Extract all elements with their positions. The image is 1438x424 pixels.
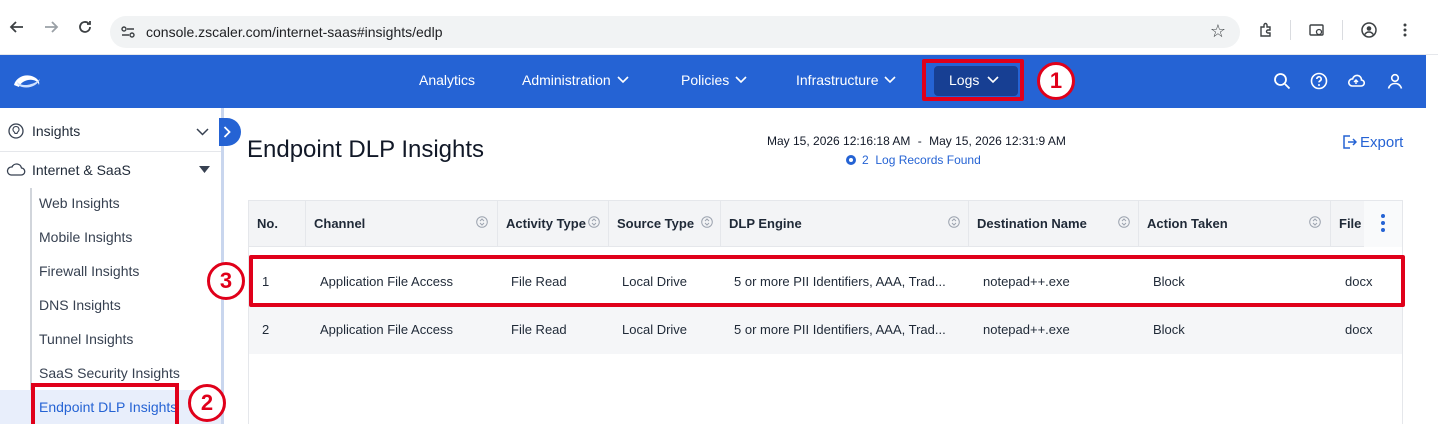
records-found: 2 Log Records Found: [846, 153, 981, 167]
sidebar-item-web-insights[interactable]: Web Insights: [39, 195, 120, 211]
column-options-button[interactable]: [1364, 201, 1402, 247]
sidebar-item-mobile-insights[interactable]: Mobile Insights: [39, 229, 132, 245]
sidebar-internet-saas-label: Internet & SaaS: [32, 162, 131, 178]
records-status-icon: [846, 155, 856, 165]
address-bar[interactable]: console.zscaler.com/internet-saas#insigh…: [110, 16, 1240, 48]
highlight-box-endpoint-dlp: [31, 383, 179, 424]
sidebar-insights[interactable]: Insights: [0, 113, 221, 152]
chevron-right-icon: [223, 126, 231, 138]
column-header-channel[interactable]: Channel: [306, 201, 498, 247]
range-end: May 15, 2026 12:31:9 AM: [929, 134, 1066, 148]
column-header-activity-type[interactable]: Activity Type: [498, 201, 609, 247]
forward-icon[interactable]: [42, 19, 60, 37]
table-row[interactable]: 2 Application File Access File Read Loca…: [249, 306, 1402, 354]
kebab-menu-icon: [1381, 214, 1385, 232]
sidebar-internet-saas[interactable]: Internet & SaaS: [0, 152, 221, 188]
sort-icon[interactable]: [1118, 216, 1130, 228]
sort-icon[interactable]: [948, 216, 960, 228]
export-icon: [1343, 135, 1358, 149]
sort-icon[interactable]: [701, 216, 713, 228]
cell-source-type: Local Drive: [622, 322, 688, 337]
cell-activity-type: File Read: [511, 322, 567, 337]
range-start: May 15, 2026 12:16:18 AM: [767, 134, 911, 148]
sidebar-insights-label: Insights: [32, 123, 81, 139]
user-icon[interactable]: [1386, 72, 1404, 90]
column-header-no: No.: [249, 201, 306, 247]
cell-dlp-engine: 5 or more PII Identifiers, AAA, Trad...: [734, 322, 946, 337]
sidebar-collapse-button[interactable]: [219, 118, 241, 146]
table-header: No. Channel Activity Type Source Type DL…: [249, 201, 1402, 247]
sidebar-item-dns-insights[interactable]: DNS Insights: [39, 297, 121, 313]
chevron-down-icon: [735, 76, 747, 84]
chevron-down-icon: [617, 76, 629, 84]
help-icon[interactable]: [1310, 72, 1328, 90]
bookmark-star-icon[interactable]: ☆: [1210, 21, 1226, 42]
browser-menu-icon[interactable]: [1397, 22, 1413, 38]
logs-table: No. Channel Activity Type Source Type DL…: [248, 200, 1403, 424]
browser-toolbar: console.zscaler.com/internet-saas#insigh…: [0, 0, 1438, 55]
top-navigation: Analytics Administration Policies Infras…: [0, 55, 1426, 108]
site-settings-icon[interactable]: [120, 24, 136, 40]
zscaler-logo[interactable]: [10, 68, 44, 94]
highlight-box-logs: [922, 59, 1024, 101]
highlight-box-row-1: [249, 255, 1405, 307]
chevron-down-icon: [884, 76, 897, 84]
sidebar-item-firewall-insights[interactable]: Firewall Insights: [39, 263, 139, 279]
tab-search-icon[interactable]: [1309, 22, 1325, 38]
column-header-action-taken[interactable]: Action Taken: [1139, 201, 1331, 247]
nav-infrastructure[interactable]: Infrastructure: [796, 72, 897, 88]
cell-no: 2: [262, 322, 270, 337]
step-badge-2: 2: [188, 384, 226, 422]
time-range[interactable]: May 15, 2026 12:16:18 AM - May 15, 2026 …: [767, 134, 1066, 148]
nav-analytics[interactable]: Analytics: [419, 72, 475, 88]
chevron-down-icon: [196, 128, 209, 136]
sidebar-item-saas-security-insights[interactable]: SaaS Security Insights: [39, 365, 180, 381]
column-header-destination-name[interactable]: Destination Name: [969, 201, 1139, 247]
sort-icon[interactable]: [1309, 216, 1321, 228]
sidebar-item-tunnel-insights[interactable]: Tunnel Insights: [39, 331, 133, 347]
search-icon[interactable]: [1273, 72, 1291, 90]
sort-icon[interactable]: [476, 216, 488, 228]
step-badge-1: 1: [1037, 62, 1075, 100]
step-badge-3: 3: [207, 262, 245, 300]
nav-administration[interactable]: Administration: [522, 72, 629, 88]
extensions-icon[interactable]: [1258, 22, 1274, 38]
sort-icon[interactable]: [588, 216, 600, 228]
column-header-source-type[interactable]: Source Type: [609, 201, 721, 247]
cloud-icon: [6, 163, 26, 176]
cell-file-type: docx: [1345, 322, 1373, 337]
profile-icon[interactable]: [1361, 22, 1377, 38]
page-title: Endpoint DLP Insights: [247, 136, 485, 163]
back-icon[interactable]: [8, 19, 26, 37]
export-button[interactable]: Export: [1341, 134, 1403, 151]
cell-action-taken: Block: [1153, 322, 1185, 337]
column-header-dlp-engine[interactable]: DLP Engine: [721, 201, 969, 247]
cell-destination-name: notepad++.exe: [983, 322, 1070, 337]
cloud-activation-icon[interactable]: [1347, 72, 1365, 90]
reload-icon[interactable]: [76, 19, 94, 37]
nav-policies[interactable]: Policies: [681, 72, 747, 88]
url-text[interactable]: console.zscaler.com/internet-saas#insigh…: [146, 24, 443, 40]
caret-down-icon: [199, 166, 210, 173]
lightbulb-icon: [8, 123, 24, 139]
cell-channel: Application File Access: [320, 322, 453, 337]
